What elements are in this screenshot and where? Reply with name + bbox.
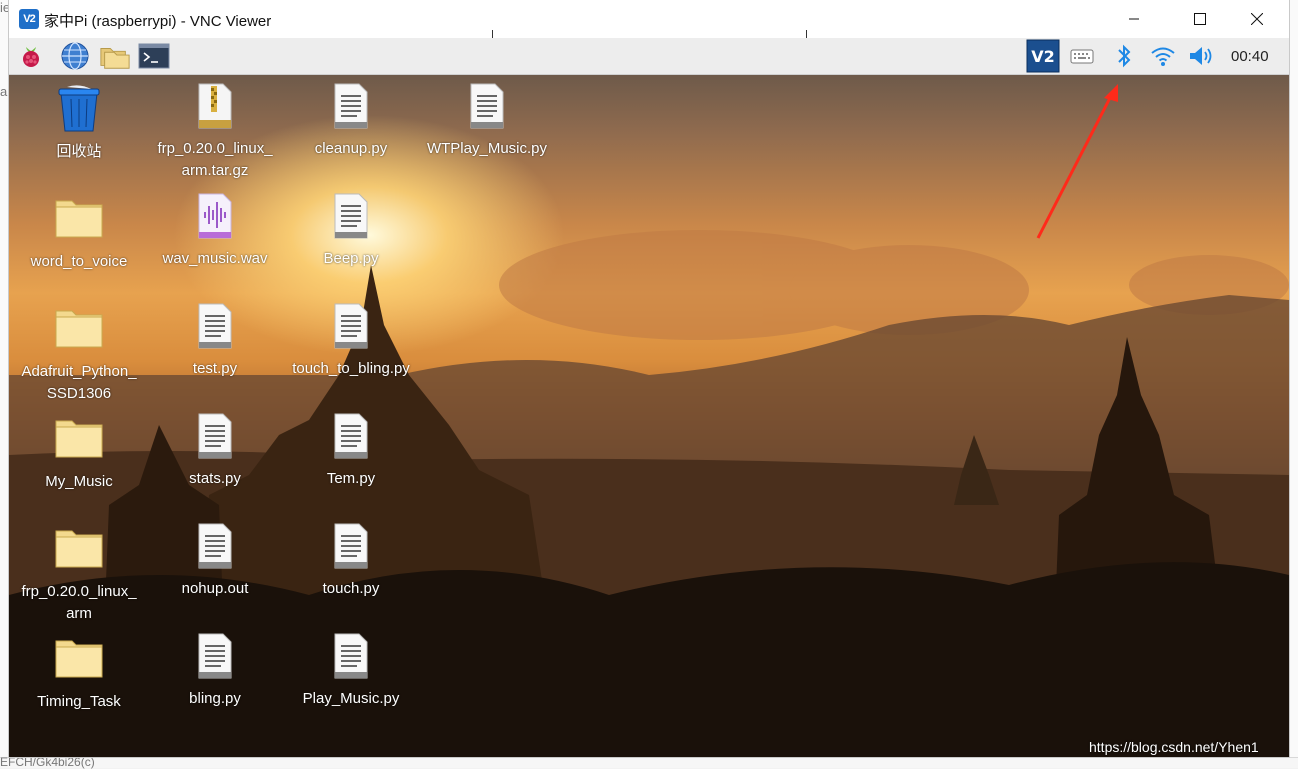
text-file-icon: [334, 413, 368, 459]
close-icon: [1251, 13, 1263, 25]
folder-icon: [100, 48, 130, 69]
bluetooth-button[interactable]: [1108, 41, 1140, 71]
watermark: https://blog.csdn.net/Yhen1: [1089, 739, 1259, 755]
wifi-icon: [1151, 47, 1175, 66]
trash-icon: [58, 85, 100, 132]
archive-file-icon: [198, 83, 232, 129]
terminal-button[interactable]: [138, 41, 170, 71]
folder-icon: [55, 530, 103, 568]
desktop-icon-cleanup-py[interactable]: cleanup.py: [286, 82, 416, 160]
title-bar[interactable]: V2 家中Pi (raspberrypi) - VNC Viewer: [9, 0, 1289, 41]
desktop-icon-label: 回收站: [56, 143, 102, 160]
text-file-icon: [334, 83, 368, 129]
desktop-icon-label: Play_Music.py: [302, 690, 400, 707]
pi-taskbar: V2 00:40: [9, 38, 1289, 75]
keyboard-icon: [1070, 49, 1094, 64]
folder-icon: [55, 200, 103, 238]
desktop-icon-label: Beep.py: [323, 250, 379, 267]
desktop-icon-stats-py[interactable]: stats.py: [150, 412, 280, 490]
host-window-edge-left: ie a: [0, 0, 10, 767]
folder-icon: [55, 640, 103, 678]
volume-button[interactable]: [1185, 41, 1217, 71]
maximize-icon: [1194, 13, 1206, 25]
audio-file-icon: [198, 193, 232, 239]
text-file-icon: [198, 523, 232, 569]
desktop-icon-label: frp_0.20.0_linux_arm: [21, 583, 137, 622]
vnc-server-button[interactable]: V2: [1025, 39, 1061, 73]
terminal-icon: [138, 43, 170, 69]
desktop-icon-adafruit-folder[interactable]: Adafruit_Python_SSD1306: [14, 305, 144, 405]
text-file-icon: [198, 633, 232, 679]
text-file-icon: [334, 193, 368, 239]
window-title: 家中Pi (raspberrypi) - VNC Viewer: [44, 13, 272, 30]
desktop-icon-label: WTPlay_Music.py: [426, 140, 548, 157]
svg-text:V2: V2: [1031, 47, 1055, 66]
globe-icon: [61, 42, 89, 70]
desktop-icon-label: cleanup.py: [314, 140, 388, 157]
desktop-icon-label: wav_music.wav: [162, 250, 268, 267]
desktop-icon-word-to-voice-folder[interactable]: word_to_voice: [14, 195, 144, 273]
raspberry-menu-icon: [23, 47, 39, 67]
keyboard-button[interactable]: [1066, 41, 1098, 71]
annotation-arrow: [1036, 84, 1118, 239]
volume-icon: [1190, 47, 1212, 65]
desktop-icon-frp-folder[interactable]: frp_0.20.0_linux_arm: [14, 525, 144, 625]
desktop-icon-nohup-out[interactable]: nohup.out: [150, 522, 280, 600]
vnc-server-icon: V2: [1026, 39, 1060, 73]
text-file-icon: [470, 83, 504, 129]
clock[interactable]: 00:40: [1231, 48, 1269, 65]
desktop-icon-frp-archive[interactable]: frp_0.20.0_linux_arm.tar.gz: [150, 82, 280, 182]
desktop-icon-wtplay-music-py[interactable]: WTPlay_Music.py: [422, 82, 552, 160]
desktop-icon-label: test.py: [192, 360, 238, 377]
folder-icon: [55, 420, 103, 458]
minimize-button[interactable]: [1111, 0, 1157, 38]
desktop-icon-tem-py[interactable]: Tem.py: [286, 412, 416, 490]
desktop-icon-label: Timing_Task: [37, 693, 121, 710]
desktop-icon-touch-py[interactable]: touch.py: [286, 522, 416, 600]
desktop-icon-label: bling.py: [189, 690, 241, 707]
minimize-icon: [1129, 18, 1139, 20]
desktop-icon-bling-py[interactable]: bling.py: [150, 632, 280, 710]
desktop-icon-label: stats.py: [189, 470, 241, 487]
desktop-icon-label: frp_0.20.0_linux_arm.tar.gz: [157, 140, 273, 179]
text-file-icon: [334, 523, 368, 569]
desktop-icon-label: touch.py: [322, 580, 380, 597]
text-file-icon: [198, 303, 232, 349]
desktop-icon-label: word_to_voice: [30, 253, 128, 270]
file-manager-button[interactable]: [99, 41, 131, 71]
text-file-icon: [198, 413, 232, 459]
desktop-icon-label: Adafruit_Python_SSD1306: [21, 363, 137, 402]
text-file-icon: [334, 303, 368, 349]
web-browser-button[interactable]: [59, 41, 91, 71]
desktop-icon-my-music-folder[interactable]: My_Music: [14, 415, 144, 493]
desktop-icon-touch-to-bling-py[interactable]: touch_to_bling.py: [286, 302, 416, 380]
desktop-icon-label: My_Music: [45, 473, 113, 490]
desktop-icon-test-py[interactable]: test.py: [150, 302, 280, 380]
folder-icon: [55, 310, 103, 348]
host-window-edge-bottom: EFCH/Gk4bi26(c): [0, 755, 1298, 769]
desktop-icon-label: Tem.py: [326, 470, 376, 487]
desktop-icon-timing-task-folder[interactable]: Timing_Task: [14, 635, 144, 713]
wifi-button[interactable]: [1147, 41, 1179, 71]
bluetooth-icon: [1118, 44, 1131, 68]
desktop-icon-trash[interactable]: 回收站: [14, 85, 144, 163]
desktop-icon-label: nohup.out: [181, 580, 249, 597]
desktop-icon-play-music-py[interactable]: Play_Music.py: [286, 632, 416, 710]
vnc-app-icon: V2: [19, 9, 39, 29]
raspberry-menu-button[interactable]: [15, 41, 47, 71]
maximize-button[interactable]: [1177, 0, 1223, 38]
desktop-icon-beep-py[interactable]: Beep.py: [286, 192, 416, 270]
close-button[interactable]: [1234, 0, 1280, 38]
desktop-icon-wav-music[interactable]: wav_music.wav: [150, 192, 280, 270]
desktop-icon-label: touch_to_bling.py: [292, 360, 410, 377]
text-file-icon: [334, 633, 368, 679]
host-window-edge-right: [1289, 0, 1298, 767]
